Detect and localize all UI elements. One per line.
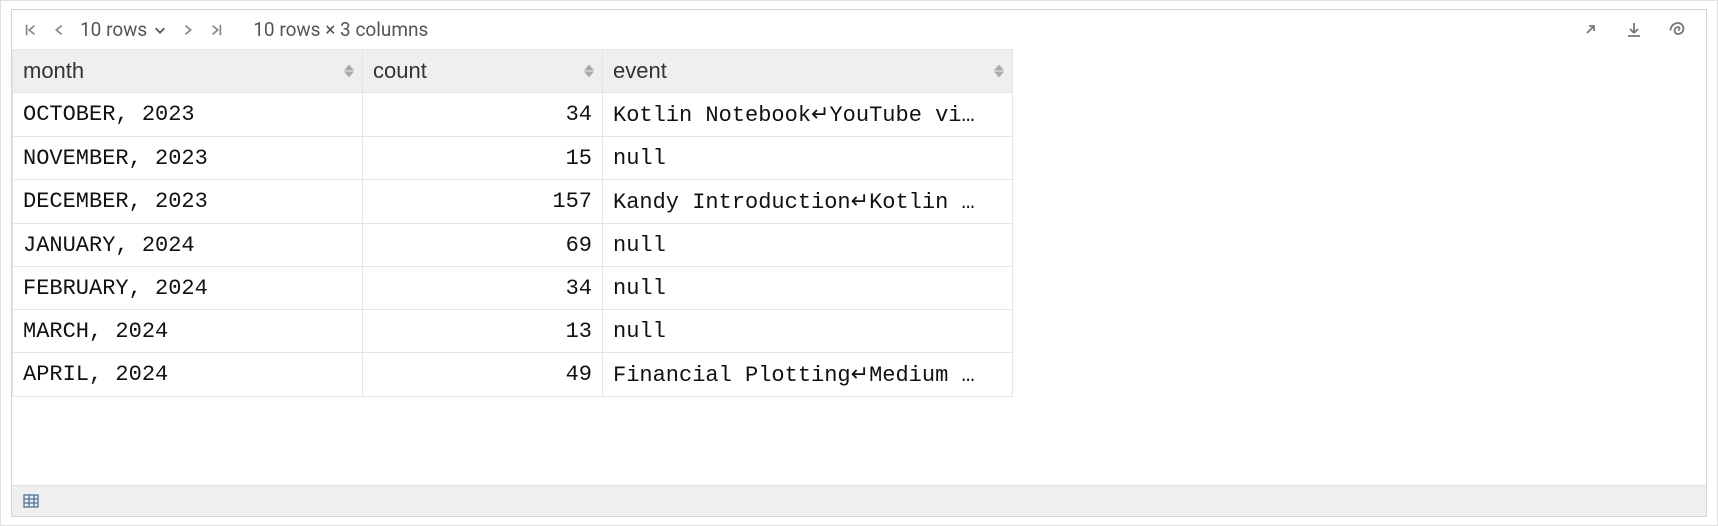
cell-event: Kandy Introduction↵Kotlin … [603,180,1013,224]
cell-count: 34 [363,267,603,310]
sort-icon[interactable] [584,65,594,78]
table-row[interactable]: JANUARY, 202469null [13,224,1013,267]
cell-event: Kotlin Notebook↵YouTube vi… [603,93,1013,137]
table-row[interactable]: FEBRUARY, 202434null [13,267,1013,310]
sort-icon[interactable] [994,65,1004,78]
first-page-button[interactable] [24,23,38,37]
cell-month: NOVEMBER, 2023 [13,137,363,180]
summary-text: 10 rows × 3 columns [253,18,428,41]
column-label: month [23,58,84,83]
header-row: month count [13,50,1013,93]
column-header-event[interactable]: event [603,50,1013,93]
inner-frame: 10 rows 10 rows × 3 columns [11,9,1707,517]
next-page-button[interactable] [181,23,195,37]
spiral-icon-button[interactable] [1662,20,1694,40]
cell-month: MARCH, 2024 [13,310,363,353]
cell-event: null [603,267,1013,310]
cell-month: JANUARY, 2024 [13,224,363,267]
cell-count: 13 [363,310,603,353]
table-row[interactable]: APRIL, 202449Financial Plotting↵Medium … [13,353,1013,397]
table-row[interactable]: DECEMBER, 2023157Kandy Introduction↵Kotl… [13,180,1013,224]
cell-count: 49 [363,353,603,397]
cell-month: OCTOBER, 2023 [13,93,363,137]
table-row[interactable]: MARCH, 202413null [13,310,1013,353]
table-row[interactable]: NOVEMBER, 202315null [13,137,1013,180]
cell-month: FEBRUARY, 2024 [13,267,363,310]
column-label: event [613,58,667,83]
column-header-month[interactable]: month [13,50,363,93]
chevron-down-icon [153,23,167,37]
cell-event: null [603,310,1013,353]
table-icon[interactable] [22,492,40,510]
cell-count: 15 [363,137,603,180]
last-page-button[interactable] [209,23,223,37]
rows-per-page-label: 10 rows [80,18,147,41]
cell-month: DECEMBER, 2023 [13,180,363,224]
cell-event: null [603,137,1013,180]
table-row[interactable]: OCTOBER, 202334Kotlin Notebook↵YouTube v… [13,93,1013,137]
rows-per-page-select[interactable]: 10 rows [80,18,167,41]
data-table: month count [12,49,1013,397]
cell-event: null [603,224,1013,267]
cell-event: Financial Plotting↵Medium … [603,353,1013,397]
footer-bar [12,485,1706,516]
cell-count: 34 [363,93,603,137]
prev-page-button[interactable] [52,23,66,37]
cell-month: APRIL, 2024 [13,353,363,397]
column-header-count[interactable]: count [363,50,603,93]
expand-button[interactable] [1574,20,1606,40]
column-label: count [373,58,427,83]
toolbar: 10 rows 10 rows × 3 columns [12,10,1706,49]
cell-count: 157 [363,180,603,224]
download-button[interactable] [1618,20,1650,40]
table-wrap: month count [12,49,1706,485]
cell-count: 69 [363,224,603,267]
sort-icon[interactable] [344,65,354,78]
dataframe-viewer: 10 rows 10 rows × 3 columns [0,0,1718,526]
